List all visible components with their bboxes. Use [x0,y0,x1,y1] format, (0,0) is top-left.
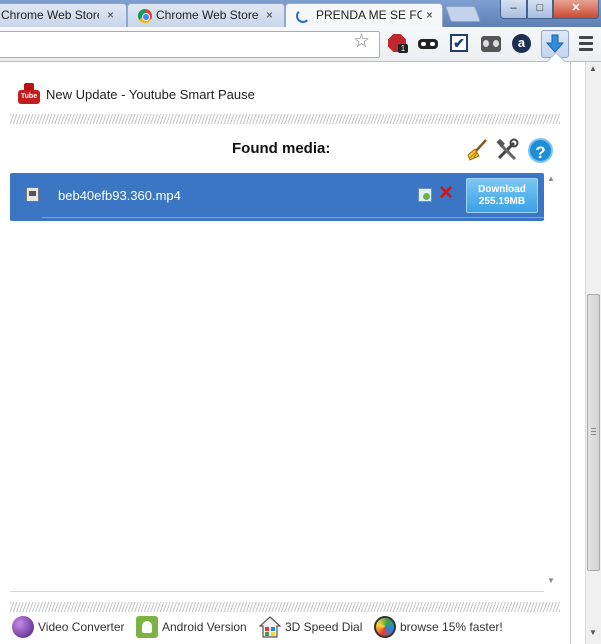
tools-icon[interactable] [495,138,519,162]
mask-icon[interactable] [418,34,438,54]
video-file-icon [26,187,39,202]
checkbox-glyph: ✔ [450,34,468,52]
footer-link-label: 3D Speed Dial [285,620,363,634]
download-size: 255.19MB [478,196,526,207]
close-window-button[interactable]: ✕ [553,0,599,19]
tab-close-icon[interactable]: × [266,8,273,22]
hatched-divider [10,602,560,612]
footer-links: Video Converter Android Version 3D Speed… [10,615,560,641]
media-list: beb40efb93.360.mp4 ✕ Download 255.19MB ▲… [10,172,558,592]
scroll-up-arrow-icon[interactable]: ▲ [547,174,555,183]
footer-link-label: Android Version [162,620,247,634]
found-media-heading: Found media: [232,140,331,157]
update-link[interactable]: New Update - Youtube Smart Pause [46,87,255,102]
download-helper-popup: Tube New Update - Youtube Smart Pause Fo… [0,62,571,644]
tab-title: Chrome Web Store [1,8,99,22]
adblock-icon[interactable]: 1 [388,34,408,54]
maximize-button[interactable]: □ [527,0,553,19]
bookmark-star-icon[interactable]: ☆ [353,32,373,52]
ghostery-icon[interactable] [481,34,501,54]
media-list-item[interactable]: beb40efb93.360.mp4 ✕ Download 255.19MB [10,173,544,221]
download-button[interactable]: Download 255.19MB [466,178,538,213]
tab-title: Chrome Web Store [156,8,258,22]
video-converter-icon [12,616,34,638]
adblock-badge: 1 [398,44,408,53]
checkmark-icon[interactable]: ✔ [450,34,470,54]
tab-title: PRENDA ME SE FOR [316,8,422,22]
tab-chrome-web-store-1[interactable]: Chrome Web Store × [0,3,127,27]
copy-link-icon[interactable] [418,188,432,202]
help-icon[interactable]: ? [528,138,553,163]
footer-link-label: browse 15% faster! [400,620,503,634]
browser-speed-icon [374,616,396,638]
amazon-icon[interactable]: a [512,34,532,54]
scroll-down-arrow-icon[interactable]: ▼ [589,628,597,637]
ghostery-shape-icon [481,36,501,52]
tab-strip: Chrome Web Store × Chrome Web Store × PR… [0,0,601,27]
tab-chrome-web-store-2[interactable]: Chrome Web Store × [127,3,285,27]
address-bar[interactable] [0,31,380,58]
broom-icon[interactable] [466,138,490,162]
android-icon [136,616,158,638]
loading-spinner-icon [296,9,310,23]
youtube-icon-text: Tube [18,90,40,104]
browser-toolbar: ☆ 1 ✔ a [0,27,601,62]
scrollbar-thumb[interactable] [587,294,600,571]
scroll-down-arrow-icon[interactable]: ▼ [547,576,555,585]
minimize-button[interactable]: – [500,0,527,19]
download-button-label: Download [478,184,526,195]
footer-link-label: Video Converter [38,620,125,634]
tab-prenda-me-se-for[interactable]: PRENDA ME SE FOR × [285,3,443,27]
delete-icon[interactable]: ✕ [438,184,454,204]
tab-close-icon[interactable]: × [426,8,433,22]
scroll-up-arrow-icon[interactable]: ▲ [589,64,597,73]
media-filename: beb40efb93.360.mp4 [58,188,181,203]
chrome-web-store-icon [138,9,152,23]
menu-icon[interactable] [579,36,593,56]
new-tab-button[interactable] [445,6,481,22]
tab-close-icon[interactable]: × [107,8,114,22]
youtube-icon: Tube [18,83,40,105]
amazon-glyph: a [512,34,531,53]
page-scrollbar[interactable]: ▲ ▼ [585,62,601,644]
speed-dial-icon [258,616,282,638]
mask-shape-icon [418,39,438,49]
download-arrow-icon [546,34,564,53]
media-list-scrollbar[interactable]: ▲ ▼ [544,172,558,592]
hatched-divider [10,114,560,124]
